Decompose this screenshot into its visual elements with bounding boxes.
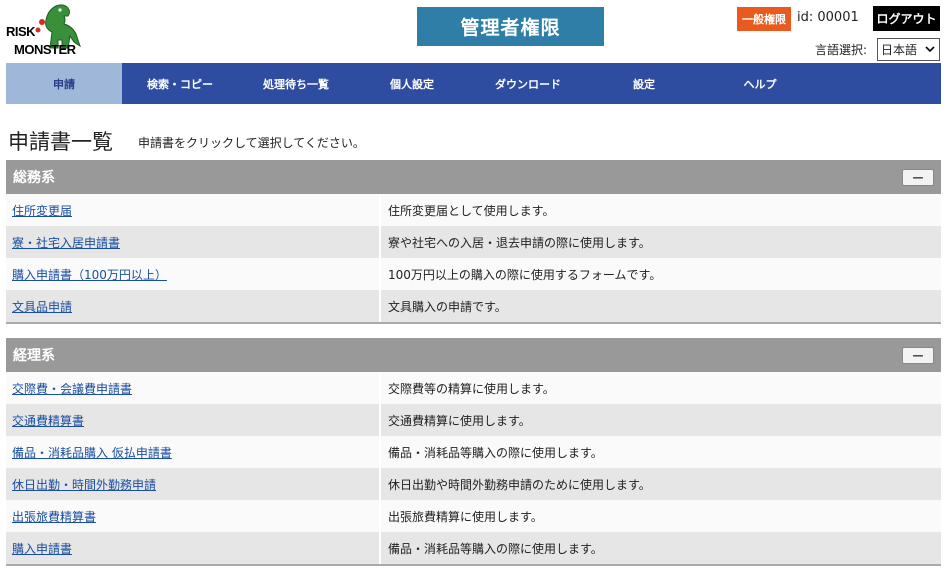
nav-item-apply[interactable]: 申請 <box>6 63 122 104</box>
nav-item-personal-settings[interactable]: 個人設定 <box>354 63 470 104</box>
section-title: 経理系 <box>13 348 55 364</box>
form-description: 備品・消耗品等購入の際に使用します。 <box>379 532 941 564</box>
list-item: 購入申請書 備品・消耗品等購入の際に使用します。 <box>6 532 941 564</box>
list-item: 交通費精算書 交通費精算に使用します。 <box>6 404 941 436</box>
list-item: 休日出勤・時間外勤務申請 休日出勤や時間外勤務申請のために使用します。 <box>6 468 941 500</box>
form-description: 住所変更届として使用します。 <box>379 194 941 226</box>
form-link[interactable]: 交通費精算書 <box>6 404 379 436</box>
list-item: 寮・社宅入居申請書 寮や社宅への入居・退去申請の際に使用します。 <box>6 226 941 258</box>
form-link[interactable]: 交際費・会議費申請書 <box>6 372 379 404</box>
chevron-down-icon <box>925 42 935 59</box>
language-select-value: 日本語 <box>881 43 918 57</box>
form-description: 100万円以上の購入の際に使用するフォームです。 <box>379 258 941 290</box>
admin-permission-title: 管理者権限 <box>417 7 604 46</box>
form-description: 文具購入の申請です。 <box>379 290 941 322</box>
user-id: id: 00001 <box>797 10 859 25</box>
section-general-affairs: 総務系 — 住所変更届 住所変更届として使用します。 寮・社宅入居申請書 寮や社… <box>6 160 941 324</box>
form-link[interactable]: 備品・消耗品購入 仮払申請書 <box>6 436 379 468</box>
form-description: 出張旅費精算に使用します。 <box>379 500 941 532</box>
form-link[interactable]: 出張旅費精算書 <box>6 500 379 532</box>
collapse-button[interactable]: — <box>902 347 934 364</box>
permission-badge[interactable]: 一般権限 <box>737 7 791 31</box>
section-accounting: 経理系 — 交際費・会議費申請書 交際費等の精算に使用します。 交通費精算書 交… <box>6 338 941 566</box>
form-description: 寮や社宅への入居・退去申請の際に使用します。 <box>379 226 941 258</box>
form-link[interactable]: 休日出勤・時間外勤務申請 <box>6 468 379 500</box>
list-item: 交際費・会議費申請書 交際費等の精算に使用します。 <box>6 372 941 404</box>
form-link[interactable]: 購入申請書 <box>6 532 379 564</box>
nav-item-help[interactable]: ヘルプ <box>702 63 818 104</box>
section-divider <box>6 322 941 324</box>
nav-item-settings[interactable]: 設定 <box>586 63 702 104</box>
section-header: 経理系 — <box>6 338 941 372</box>
nav-item-pending-list[interactable]: 処理待ち一覧 <box>238 63 354 104</box>
form-link[interactable]: 住所変更届 <box>6 194 379 226</box>
minus-icon: — <box>912 349 924 362</box>
logout-button[interactable]: ログアウト <box>873 6 940 31</box>
list-item: 住所変更届 住所変更届として使用します。 <box>6 194 941 226</box>
language-label: 言語選択: <box>815 43 868 57</box>
list-item: 備品・消耗品購入 仮払申請書 備品・消耗品等購入の際に使用します。 <box>6 436 941 468</box>
section-title: 総務系 <box>13 170 55 186</box>
list-item: 出張旅費精算書 出張旅費精算に使用します。 <box>6 500 941 532</box>
nav-item-search-copy[interactable]: 検索・コピー <box>122 63 238 104</box>
form-description: 交際費等の精算に使用します。 <box>379 372 941 404</box>
form-link[interactable]: 文具品申請 <box>6 290 379 322</box>
page-title: 申請書一覧 <box>8 130 113 154</box>
section-divider <box>6 564 941 566</box>
minus-icon: — <box>912 171 924 184</box>
logo-text-risk: RISK <box>6 24 36 39</box>
main-nav: 申請 検索・コピー 処理待ち一覧 個人設定 ダウンロード 設定 ヘルプ <box>6 63 941 104</box>
list-item: 購入申請書（100万円以上） 100万円以上の購入の際に使用するフォームです。 <box>6 258 941 290</box>
list-item: 文具品申請 文具購入の申請です。 <box>6 290 941 322</box>
language-select[interactable]: 日本語 <box>877 38 940 61</box>
collapse-button[interactable]: — <box>902 169 934 186</box>
form-description: 休日出勤や時間外勤務申請のために使用します。 <box>379 468 941 500</box>
form-description: 交通費精算に使用します。 <box>379 404 941 436</box>
form-link[interactable]: 購入申請書（100万円以上） <box>6 258 379 290</box>
section-header: 総務系 — <box>6 160 941 194</box>
form-description: 備品・消耗品等購入の際に使用します。 <box>379 436 941 468</box>
nav-item-download[interactable]: ダウンロード <box>470 63 586 104</box>
logo-text-monster: MONSTER <box>14 42 76 57</box>
page-hint: 申請書をクリックして選択してください。 <box>138 136 365 150</box>
risk-monster-logo: RISK MONSTER <box>6 2 94 60</box>
form-link[interactable]: 寮・社宅入居申請書 <box>6 226 379 258</box>
